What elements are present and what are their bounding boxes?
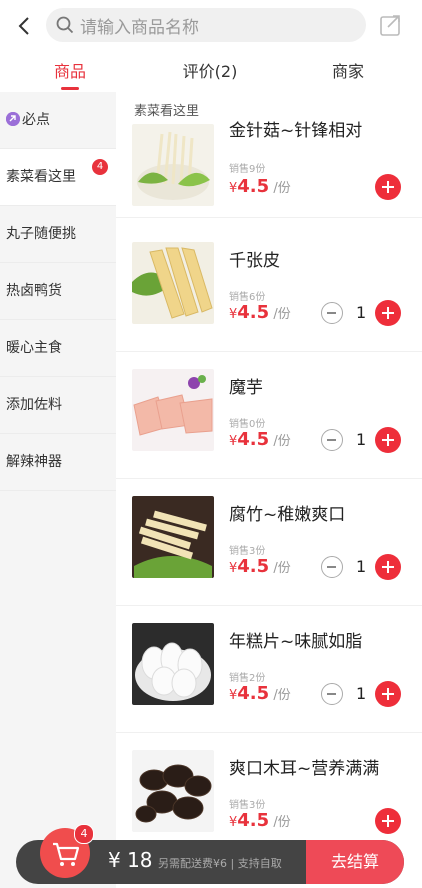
back-button[interactable] (10, 12, 38, 40)
product-item[interactable]: 年糕片~味腻如脂 销售2份 ¥4.5 /份 1 (116, 605, 422, 733)
share-button[interactable] (378, 12, 404, 38)
price-unit: /份 (273, 307, 291, 322)
sidebar-item-label: 必点 (22, 112, 50, 128)
product-image (132, 623, 214, 705)
tab-label: 商品 (53, 62, 86, 81)
product-sales: 销售6份 (229, 292, 266, 303)
product-name: 爽口木耳~营养满满 (229, 759, 380, 779)
tab-label: 商家 (331, 62, 364, 81)
decrease-quantity-button[interactable] (321, 302, 343, 324)
product-sales: 销售9份 (229, 164, 266, 175)
price-unit: /份 (273, 815, 291, 830)
product-price: ¥4.5 /份 (229, 683, 291, 704)
tab-products[interactable]: 商品 (10, 52, 130, 92)
price-unit: /份 (273, 181, 291, 196)
product-image (132, 496, 214, 578)
back-arrow-icon (18, 17, 29, 35)
product-item[interactable]: 魔芋 销售0份 ¥4.5 /份 1 (116, 351, 422, 479)
product-sales: 销售2份 (229, 673, 266, 684)
decrease-quantity-button[interactable] (321, 556, 343, 578)
price-value: 4.5 (237, 176, 270, 197)
sidebar-item-vegetables[interactable]: 素菜看这里 4 (0, 149, 116, 206)
tab-indicator (61, 87, 79, 90)
tab-reviews[interactable]: 评价(2) (150, 52, 270, 92)
product-item[interactable]: 金针菇~针锋相对 销售9份 ¥4.5 /份 (116, 92, 422, 218)
category-count-badge: 4 (92, 159, 108, 175)
product-sales: 销售3份 (229, 800, 266, 811)
price-unit: /份 (273, 561, 291, 576)
product-price: ¥4.5 /份 (229, 302, 291, 323)
quantity-value: 1 (356, 557, 367, 576)
quantity-value: 1 (356, 430, 367, 449)
tab-bar: 商品 评价(2) 商家 (0, 52, 422, 93)
delivery-fee-text: 另需配送费¥6 | 支持自取 (158, 857, 282, 870)
decrease-quantity-button[interactable] (321, 683, 343, 705)
price-unit: /份 (273, 688, 291, 703)
product-image (132, 124, 214, 206)
add-to-cart-button[interactable] (375, 174, 401, 200)
product-name: 年糕片~味腻如脂 (229, 632, 363, 652)
sidebar-item-meatballs[interactable]: 丸子随便挑 (0, 206, 116, 263)
quantity-value: 1 (356, 684, 367, 703)
category-sidebar: 必点 素菜看这里 4 丸子随便挑 热卤鸭货 暖心主食 添加佐料 解辣神器 (0, 92, 116, 888)
top-bar: 请输入商品名称 (0, 0, 422, 52)
tab-label: 评价(2) (182, 62, 238, 81)
product-sales: 销售0份 (229, 419, 266, 430)
sidebar-item-label: 添加佐料 (6, 397, 62, 413)
sidebar-item-must-order[interactable]: 必点 (0, 92, 116, 149)
product-price: ¥4.5 /份 (229, 556, 291, 577)
sidebar-item-label: 解辣神器 (6, 454, 62, 470)
price-value: 4.5 (237, 556, 270, 577)
product-item[interactable]: 腐竹~稚嫩爽口 销售3份 ¥4.5 /份 1 (116, 478, 422, 606)
search-icon (56, 16, 74, 34)
cart-button[interactable]: 4 (40, 824, 94, 878)
sidebar-item-spice-relief[interactable]: 解辣神器 (0, 434, 116, 491)
add-to-cart-button[interactable] (375, 808, 401, 834)
product-price: ¥4.5 /份 (229, 429, 291, 450)
sidebar-item-staples[interactable]: 暖心主食 (0, 320, 116, 377)
price-value: 4.5 (237, 429, 270, 450)
cart-count-badge: 4 (74, 824, 94, 844)
sidebar-item-condiments[interactable]: 添加佐料 (0, 377, 116, 434)
tab-merchant[interactable]: 商家 (288, 52, 408, 92)
cart-total: ¥ 18 (108, 848, 153, 872)
product-sales: 销售3份 (229, 546, 266, 557)
price-value: 4.5 (237, 810, 270, 831)
sidebar-item-braised-duck[interactable]: 热卤鸭货 (0, 263, 116, 320)
product-price: ¥4.5 /份 (229, 176, 291, 197)
product-name: 腐竹~稚嫩爽口 (229, 505, 346, 525)
product-item[interactable]: 千张皮 销售6份 ¥4.5 /份 1 (116, 224, 422, 352)
sidebar-item-label: 热卤鸭货 (6, 283, 62, 299)
product-name: 千张皮 (229, 251, 280, 271)
price-value: 4.5 (237, 302, 270, 323)
product-price: ¥4.5 /份 (229, 810, 291, 831)
checkout-button[interactable]: 去结算 (306, 840, 404, 884)
sidebar-item-label: 丸子随便挑 (6, 226, 76, 242)
product-list: 素菜看这里 金针菇~针锋相对 销售9份 ¥4.5 /份 千张皮 销售6份 ¥4.… (116, 92, 422, 888)
add-to-cart-button[interactable] (375, 427, 401, 453)
product-image (132, 750, 214, 832)
sidebar-item-label: 暖心主食 (6, 340, 62, 356)
search-placeholder: 请输入商品名称 (80, 17, 199, 38)
share-icon (380, 15, 400, 36)
search-bar[interactable]: 请输入商品名称 (46, 8, 366, 42)
sidebar-item-label: 素菜看这里 (6, 169, 76, 185)
add-to-cart-button[interactable] (375, 554, 401, 580)
product-image (132, 242, 214, 324)
add-to-cart-button[interactable] (375, 681, 401, 707)
quantity-value: 1 (356, 303, 367, 322)
must-icon (6, 112, 20, 126)
price-value: 4.5 (237, 683, 270, 704)
add-to-cart-button[interactable] (375, 300, 401, 326)
price-unit: /份 (273, 434, 291, 449)
product-image (132, 369, 214, 451)
product-name: 金针菇~针锋相对 (229, 121, 363, 141)
product-name: 魔芋 (229, 378, 263, 398)
decrease-quantity-button[interactable] (321, 429, 343, 451)
